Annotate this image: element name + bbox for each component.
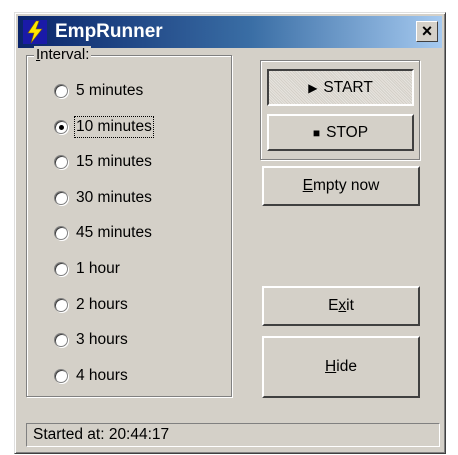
close-icon: ×: [421, 21, 433, 41]
interval-option-label: 45 minutes: [76, 224, 152, 241]
interval-option[interactable]: 10 minutes: [54, 115, 154, 139]
hide-button[interactable]: Hide: [262, 336, 420, 398]
interval-option[interactable]: 3 hours: [54, 328, 128, 352]
hide-label: Hide: [325, 358, 357, 375]
exit-label: Exit: [328, 297, 354, 314]
interval-label: Interval:: [34, 46, 92, 63]
interval-option[interactable]: 1 hour: [54, 257, 120, 281]
interval-option-label: 30 minutes: [76, 189, 152, 206]
radio-button[interactable]: [54, 155, 68, 169]
interval-option[interactable]: 4 hours: [54, 364, 128, 388]
interval-option[interactable]: 15 minutes: [54, 150, 152, 174]
window-title: EmpRunner: [55, 21, 163, 42]
interval-option[interactable]: 2 hours: [54, 293, 128, 317]
stop-button[interactable]: ■ STOP: [267, 114, 414, 151]
empty-now-label: Empty now: [302, 177, 380, 194]
interval-option-label: 3 hours: [76, 331, 128, 348]
play-icon: ▶: [308, 80, 318, 95]
app-icon: [23, 20, 47, 44]
radio-button[interactable]: [54, 369, 68, 383]
stop-icon: ■: [312, 125, 321, 140]
interval-option-label: 4 hours: [76, 367, 128, 384]
start-label: START: [323, 78, 373, 96]
radio-button[interactable]: [54, 226, 68, 240]
radio-button[interactable]: [54, 262, 68, 276]
interval-option-label: 10 minutes: [74, 116, 154, 138]
title-bar[interactable]: EmpRunner ×: [18, 16, 442, 48]
interval-option[interactable]: 5 minutes: [54, 79, 143, 103]
interval-option-label: 5 minutes: [76, 82, 144, 99]
radio-button[interactable]: [54, 333, 68, 347]
radio-button[interactable]: [54, 120, 68, 134]
interval-option-label: 1 hour: [76, 260, 120, 277]
radio-button[interactable]: [54, 84, 68, 98]
interval-option-label: 2 hours: [76, 296, 128, 313]
radio-button[interactable]: [54, 298, 68, 312]
radio-button[interactable]: [54, 191, 68, 205]
exit-button[interactable]: Exit: [262, 286, 420, 326]
close-button[interactable]: ×: [416, 21, 438, 42]
interval-option-label: 15 minutes: [76, 153, 152, 170]
status-bar: Started at: 20:44:17: [26, 423, 440, 447]
start-button[interactable]: ▶ START: [267, 69, 414, 106]
empty-now-button[interactable]: Empty now: [262, 166, 420, 206]
interval-option[interactable]: 30 minutes: [54, 186, 152, 210]
interval-option[interactable]: 45 minutes: [54, 221, 152, 245]
stop-label: STOP: [326, 123, 369, 141]
